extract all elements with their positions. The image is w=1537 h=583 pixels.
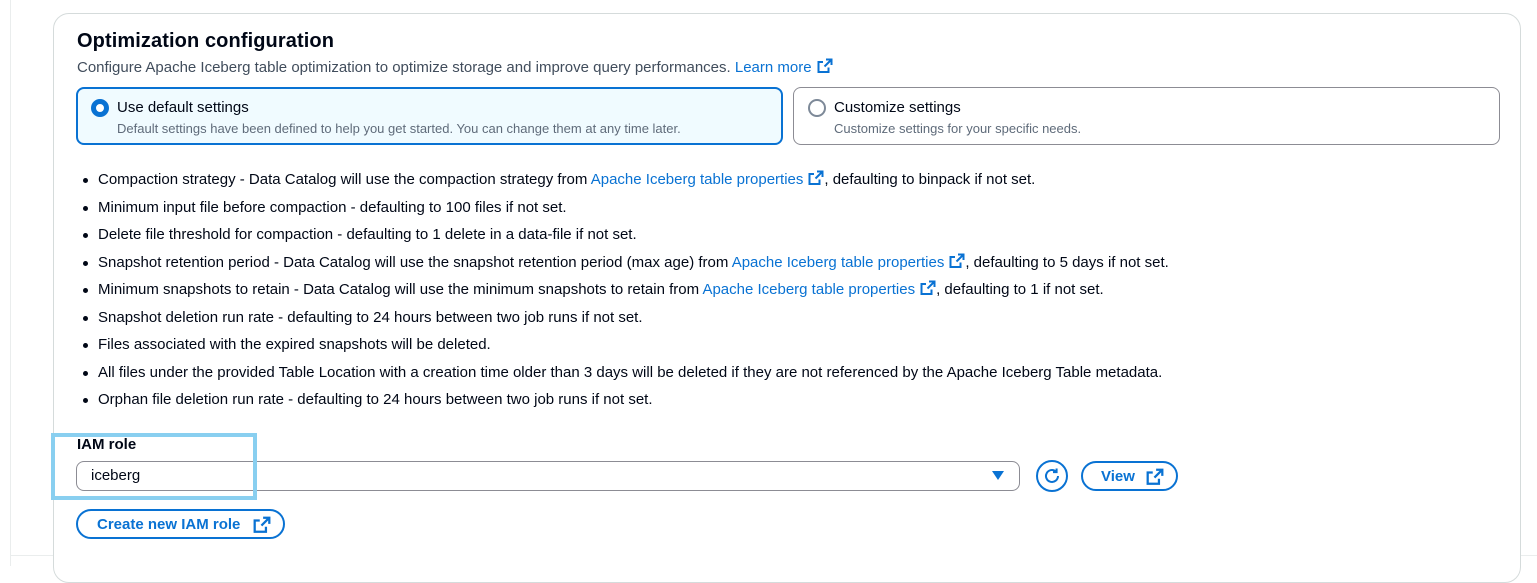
list-item: Files associated with the expired snapsh…: [80, 333, 1169, 361]
learn-more-link[interactable]: Learn more: [734, 58, 833, 78]
section-description: Configure Apache Iceberg table optimizat…: [77, 58, 833, 78]
view-iam-role-button[interactable]: View: [1081, 461, 1178, 491]
option-description: Customize settings for your specific nee…: [834, 121, 1082, 136]
section-description-text: Configure Apache Iceberg table optimizat…: [77, 59, 731, 76]
list-item-text: Snapshot deletion run rate - defaulting …: [98, 308, 643, 326]
link-label: Apache Iceberg table properties: [590, 171, 804, 188]
list-item-text: , defaulting to 5 days if not set.: [965, 253, 1169, 271]
create-iam-role-button[interactable]: Create new IAM role: [76, 509, 285, 539]
list-item: Minimum input file before compaction - d…: [80, 196, 1169, 224]
list-item-text: Delete file threshold for compaction - d…: [98, 226, 637, 243]
iceberg-table-properties-link[interactable]: Apache Iceberg table properties: [702, 280, 936, 298]
iceberg-table-properties-link[interactable]: Apache Iceberg table properties: [731, 253, 966, 271]
use-default-settings-option[interactable]: Use default settings Default settings ha…: [76, 87, 783, 145]
link-label: Apache Iceberg table properties: [702, 281, 916, 298]
caret-down-icon: [992, 471, 1004, 480]
iam-role-value: iceberg: [91, 467, 141, 484]
default-settings-list: Compaction strategy - Data Catalog will …: [80, 168, 1169, 416]
list-item: Orphan file deletion run rate - defaulti…: [80, 388, 1169, 416]
create-iam-role-label: Create new IAM role: [97, 516, 241, 533]
list-item: All files under the provided Table Locat…: [80, 361, 1169, 389]
radio-selected[interactable]: [91, 99, 109, 117]
option-label: Use default settings: [117, 99, 249, 116]
list-item: Compaction strategy - Data Catalog will …: [80, 168, 1169, 196]
list-item-text: Minimum snapshots to retain - Data Catal…: [98, 281, 703, 298]
list-item-text: Orphan file deletion run rate - defaulti…: [98, 391, 653, 408]
section-title: Optimization configuration: [77, 30, 335, 52]
external-link-icon: [1146, 468, 1164, 490]
radio-unselected[interactable]: [808, 99, 826, 117]
option-label: Customize settings: [834, 99, 961, 116]
external-link-icon: [253, 516, 271, 538]
list-item-text: Minimum input file before compaction - d…: [98, 198, 567, 216]
customize-settings-option[interactable]: Customize settings Customize settings fo…: [793, 87, 1500, 145]
iceberg-table-properties-link[interactable]: Apache Iceberg table properties: [590, 170, 825, 188]
option-description: Default settings have been defined to he…: [117, 121, 681, 136]
list-item-text: All files under the provided Table Locat…: [98, 363, 1163, 381]
list-item: Snapshot deletion run rate - defaulting …: [80, 306, 1169, 334]
external-link-icon: [817, 58, 833, 78]
link-label: Apache Iceberg table properties: [731, 253, 945, 271]
iam-role-select[interactable]: iceberg: [76, 461, 1020, 491]
refresh-button[interactable]: [1036, 460, 1068, 492]
page-left-divider: [10, 0, 11, 566]
external-link-icon: [808, 170, 824, 193]
learn-more-label: Learn more: [734, 59, 812, 76]
external-link-icon: [949, 253, 965, 276]
list-item-text: , defaulting to 1 if not set.: [936, 281, 1104, 298]
list-item-text: Compaction strategy - Data Catalog will …: [98, 171, 591, 188]
list-item-text: , defaulting to binpack if not set.: [824, 171, 1036, 188]
list-item-text: Snapshot retention period - Data Catalog…: [98, 253, 732, 271]
iam-role-label: IAM role: [77, 436, 137, 453]
external-link-icon: [920, 280, 936, 303]
list-item: Minimum snapshots to retain - Data Catal…: [80, 278, 1169, 306]
view-label: View: [1101, 468, 1135, 485]
list-item: Snapshot retention period - Data Catalog…: [80, 251, 1169, 279]
list-item: Delete file threshold for compaction - d…: [80, 223, 1169, 251]
list-item-text: Files associated with the expired snapsh…: [98, 336, 491, 353]
